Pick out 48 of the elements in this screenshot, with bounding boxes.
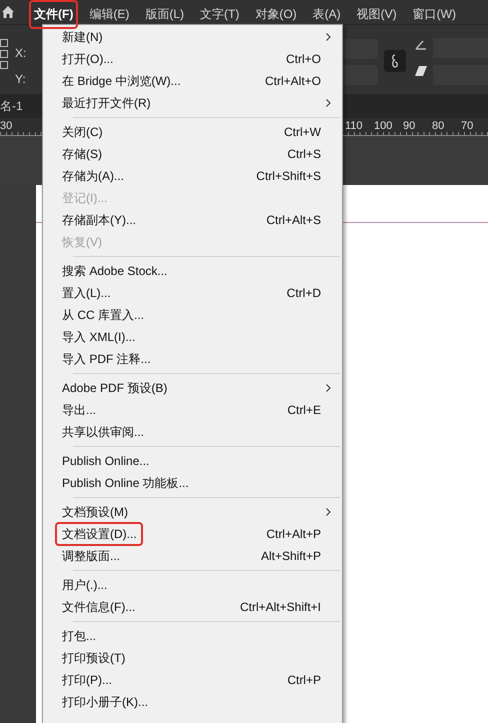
menu-item[interactable]: 文档预设(M) [43,501,342,523]
menu-item[interactable]: Adobe PDF 预设(B) [43,377,342,399]
menu-item[interactable]: 置入(L)... Ctrl+D [43,282,342,304]
menu-title[interactable]: 表(A) [308,0,346,24]
menu-item[interactable]: Publish Online... [43,450,342,472]
menu-title[interactable]: 编辑(E) [84,0,134,24]
y-label: Y: [15,71,26,88]
menu-item[interactable]: 文件信息(F)... Ctrl+Alt+Shift+I [43,596,342,618]
ruler-label: 110 [345,119,364,133]
menu-item[interactable]: 存储为(A)... Ctrl+Shift+S [43,165,342,187]
x-label: X: [15,45,26,62]
ruler-label: 30 [0,119,12,133]
menu-item[interactable]: Publish Online 功能板... [43,472,342,494]
menu-item[interactable]: 关闭(C) Ctrl+W [43,121,342,143]
menu-item[interactable]: 导出... Ctrl+E [43,399,342,421]
menu-item[interactable]: 新建(N) [43,26,342,48]
menu-item[interactable]: 导入 XML(I)... [43,326,342,348]
menu-item[interactable]: 打开(O)... Ctrl+O [43,48,342,70]
menu-item[interactable]: 从 CC 库置入... [43,304,342,326]
menu-item[interactable]: 搜索 Adobe Stock... [43,260,342,282]
menu-title[interactable]: 文字(T) [195,0,244,24]
menu-item[interactable]: 文档设置(D)... Ctrl+Alt+P [43,523,342,545]
menu-title[interactable]: 窗口(W) [408,0,461,24]
ruler-label: 70 [461,119,474,133]
menu-item[interactable]: 存储副本(Y)... Ctrl+Alt+S [43,209,342,231]
menu-item[interactable]: 共享以供审阅... [43,421,342,443]
menu-title[interactable]: 对象(O) [250,0,302,24]
ruler-label: 80 [432,119,446,133]
reference-point-icon[interactable] [0,39,8,69]
menu-item[interactable]: 导入 PDF 注释... [43,348,342,370]
menu-item[interactable]: 打印(P)... Ctrl+P [43,669,342,691]
rotate-angle-icon[interactable] [415,40,427,50]
menu-item[interactable]: 打印小册子(K)... [43,691,342,713]
shear-icon[interactable] [415,66,427,76]
menu-item[interactable]: 在 Bridge 中浏览(W)... Ctrl+Alt+O [43,70,342,92]
menu-item[interactable]: 存储(S) Ctrl+S [43,143,342,165]
ruler-label: 100 [374,119,394,133]
link-icon[interactable] [384,50,406,72]
menu-title[interactable]: 视图(V) [352,0,402,24]
menu-item[interactable]: 打包... [43,625,342,647]
menu-item[interactable]: 最近打开文件(R) [43,92,342,114]
menu-item[interactable]: 打印预设(T) [43,647,342,669]
ruler-label: 90 [403,119,416,133]
document-tab[interactable]: 名-1 [0,97,25,115]
menu-item[interactable]: 调整版面... Alt+Shift+P [43,545,342,567]
home-icon[interactable] [1,5,15,19]
menu-item[interactable]: 用户(.)... [43,574,342,596]
menu-title[interactable]: 版面(L) [140,0,189,24]
